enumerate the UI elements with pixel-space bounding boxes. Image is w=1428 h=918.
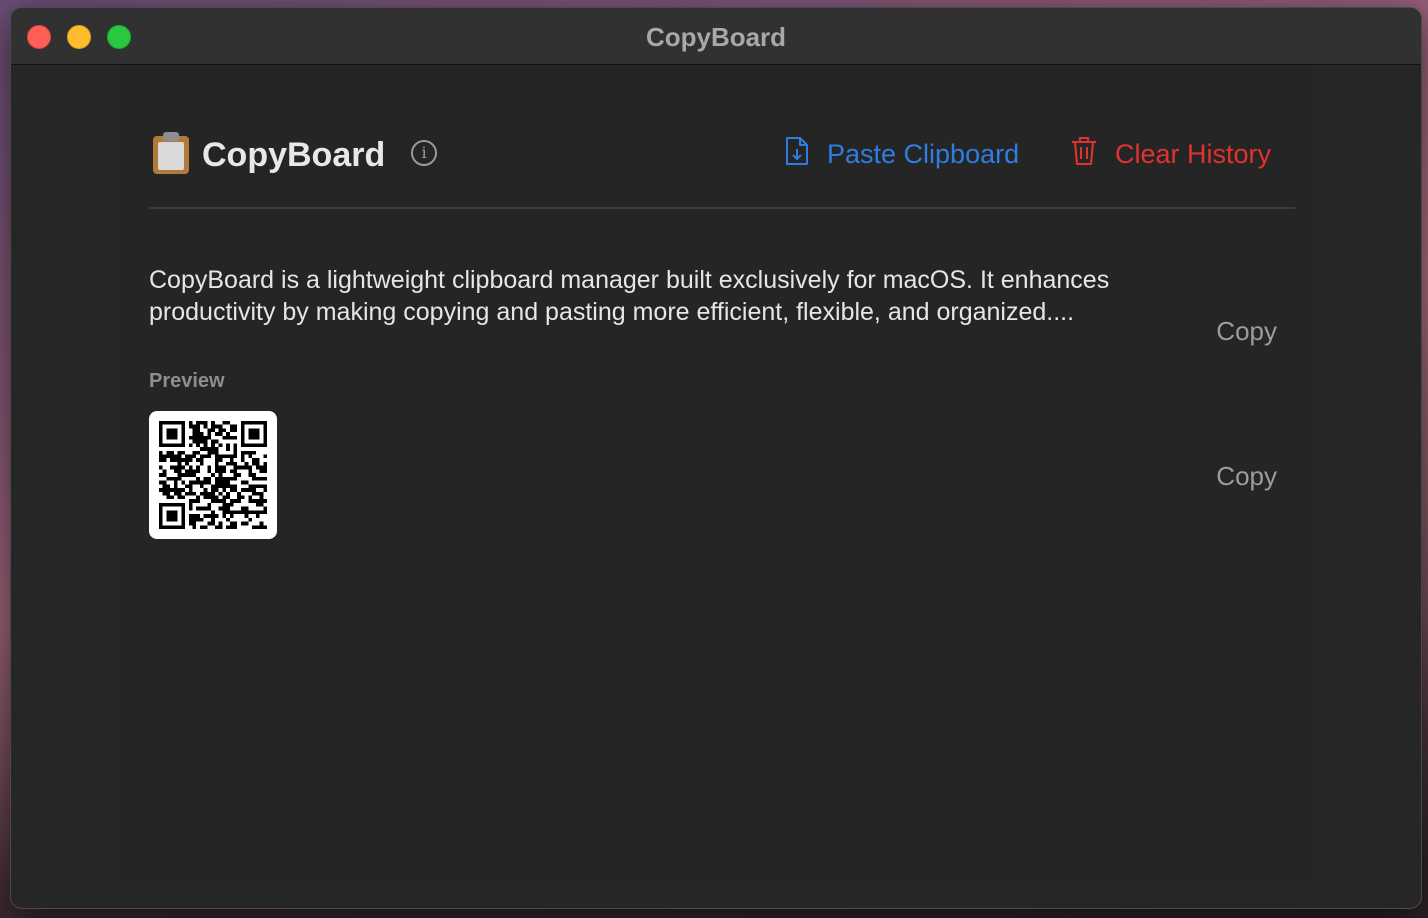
paste-clipboard-label: Paste Clipboard xyxy=(827,138,1020,169)
document-download-icon xyxy=(785,136,809,173)
window-title: CopyBoard xyxy=(645,22,787,52)
app-title: CopyBoard xyxy=(202,136,386,174)
qr-code xyxy=(159,421,267,529)
main-content: CopyBoard i Paste Clipboard Clear Histor… xyxy=(117,66,1315,886)
clear-history-label: Clear History xyxy=(1115,138,1272,169)
clear-history-button[interactable]: Clear History xyxy=(1071,134,1271,174)
paste-clipboard-button[interactable]: Paste Clipboard xyxy=(785,134,1019,174)
header-divider xyxy=(149,207,1295,209)
copy-button[interactable]: Copy xyxy=(1216,461,1277,492)
title-bar[interactable]: CopyBoard xyxy=(11,8,1421,65)
copy-button[interactable]: Copy xyxy=(1216,316,1277,347)
preview-link[interactable]: Preview xyxy=(149,370,225,393)
clipboard-icon xyxy=(153,132,189,174)
info-icon[interactable]: i xyxy=(411,140,437,166)
trash-icon xyxy=(1071,136,1097,173)
qr-code-image[interactable] xyxy=(149,411,277,539)
history-item-text[interactable]: CopyBoard is a lightweight clipboard man… xyxy=(149,264,1159,328)
header: CopyBoard i Paste Clipboard Clear Histor… xyxy=(149,126,1295,182)
app-window: CopyBoard CopyBoard i Paste Clipboard Cl… xyxy=(10,7,1422,909)
